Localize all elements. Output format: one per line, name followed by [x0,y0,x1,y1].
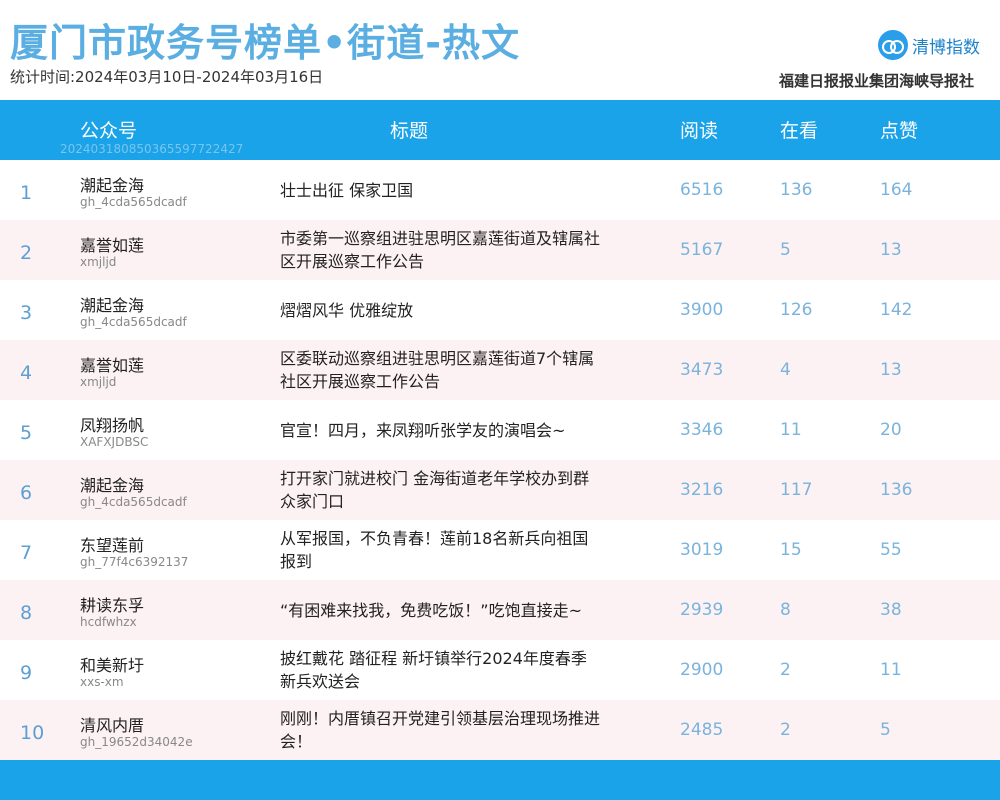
looking-count: 2 [780,660,791,680]
rank-number: 5 [20,422,33,444]
likes-count: 55 [880,540,902,560]
table-header: 公众号 标题 阅读 在看 点赞 20240318085036559772242​… [0,100,1000,160]
reads-count: 3019 [680,540,724,560]
likes-count: 164 [880,180,913,200]
table-row: 9 和美新圩 xxs-xm 披红戴花 踏征程 新圩镇举行2024年度春季新兵欢送… [0,640,1000,700]
infinity-logo-icon [878,30,908,60]
article-title[interactable]: 从军报国，不负青春！莲前18名新兵向祖国报到 [280,520,600,580]
footer-bar [0,760,1000,800]
article-title[interactable]: 熠熠风华 优雅绽放 [280,280,600,340]
header-looking: 在看 [780,120,819,142]
account-id: XAFXJDBSC [80,435,149,449]
table-row: 2 嘉誉如莲 xmjljd 市委第一巡察组进驻思明区嘉莲街道及辖属社区开展巡察工… [0,220,1000,280]
account-id: gh_4cda565dcadf [80,195,187,209]
article-title[interactable]: 市委第一巡察组进驻思明区嘉莲街道及辖属社区开展巡察工作公告 [280,220,600,280]
looking-count: 15 [780,540,802,560]
reads-count: 5167 [680,240,724,260]
header-title: 标题 [390,120,429,142]
likes-count: 38 [880,600,902,620]
looking-count: 8 [780,600,791,620]
rank-number: 10 [20,722,45,744]
account-name: 东望莲前 [80,536,145,555]
account-name: 潮起金海 [80,296,145,315]
account-id: xmjljd [80,255,117,269]
rank-number: 1 [20,182,33,204]
likes-count: 11 [880,660,902,680]
looking-count: 5 [780,240,791,260]
table-row: 5 凤翔扬帆 XAFXJDBSC 官宣！四月，来凤翔听张学友的演唱会~ 3346… [0,400,1000,460]
rank-number: 2 [20,242,33,264]
account-name: 凤翔扬帆 [80,416,145,435]
article-title[interactable]: 刚刚！内厝镇召开党建引领基层治理现场推进会！ [280,700,600,760]
reads-count: 3473 [680,360,724,380]
article-title[interactable]: 壮士出征 保家卫国 [280,160,600,220]
rank-number: 7 [20,542,33,564]
account-name: 嘉誉如莲 [80,356,145,375]
article-title[interactable]: 区委联动巡察组进驻思明区嘉莲街道7个辖属社区开展巡察工作公告 [280,340,600,400]
table-row: 6 潮起金海 gh_4cda565dcadf 打开家门就进校门 金海街道老年学校… [0,460,1000,520]
header-reads: 阅读 [680,120,719,142]
account-name: 潮起金海 [80,476,145,495]
page-title: 厦门市政务号榜单•街道-热文 [10,21,521,65]
looking-count: 126 [780,300,813,320]
likes-count: 13 [880,360,902,380]
likes-count: 136 [880,480,913,500]
publisher-name: 福建日报报业集团海峡导报社 [778,72,974,90]
header-likes: 点赞 [880,120,919,142]
rank-number: 4 [20,362,33,384]
account-id: gh_19652d34042e [80,735,193,749]
looking-count: 117 [780,480,813,500]
account-name: 清风内厝 [80,716,145,735]
reads-count: 3216 [680,480,724,500]
rank-number: 3 [20,302,33,324]
rank-number: 6 [20,482,33,504]
header-account: 公众号 [80,120,138,142]
looking-count: 11 [780,420,802,440]
article-title[interactable]: 打开家门就进校门 金海街道老年学校办到群众家门口 [280,460,600,520]
table-row: 7 东望莲前 gh_77f4c6392137 从军报国，不负青春！莲前18名新兵… [0,520,1000,580]
reads-count: 2485 [680,720,724,740]
brand-name: 清博指数 [912,37,980,58]
ranking-table: 1 潮起金海 gh_4cda565dcadf 壮士出征 保家卫国 6516 13… [0,160,1000,760]
statistics-period: 统计时间:2024年03月10日-2024年03月16日 [10,68,324,86]
brand-logo: 清博指数 [878,30,980,60]
account-name: 嘉誉如莲 [80,236,145,255]
table-row: 10 清风内厝 gh_19652d34042e 刚刚！内厝镇召开党建引领基层治理… [0,700,1000,760]
table-row: 8 耕读东孚 hcdfwhzx “有困难来找我，免费吃饭！”吃饱直接走~ 293… [0,580,1000,640]
table-row: 1 潮起金海 gh_4cda565dcadf 壮士出征 保家卫国 6516 13… [0,160,1000,220]
likes-count: 142 [880,300,913,320]
table-row: 3 潮起金海 gh_4cda565dcadf 熠熠风华 优雅绽放 3900 12… [0,280,1000,340]
reads-count: 3346 [680,420,724,440]
account-id: gh_77f4c6392137 [80,555,189,569]
account-name: 和美新圩 [80,656,145,675]
account-id: xxs-xm [80,675,124,689]
rank-number: 9 [20,662,33,684]
looking-count: 136 [780,180,813,200]
looking-count: 2 [780,720,791,740]
reads-count: 3900 [680,300,724,320]
rank-number: 8 [20,602,33,624]
account-id: xmjljd [80,375,117,389]
account-name: 潮起金海 [80,176,145,195]
likes-count: 13 [880,240,902,260]
reads-count: 2900 [680,660,724,680]
reads-count: 6516 [680,180,724,200]
likes-count: 20 [880,420,902,440]
table-row: 4 嘉誉如莲 xmjljd 区委联动巡察组进驻思明区嘉莲街道7个辖属社区开展巡察… [0,340,1000,400]
account-name: 耕读东孚 [80,596,145,615]
account-id: hcdfwhzx [80,615,137,629]
article-title[interactable]: 官宣！四月，来凤翔听张学友的演唱会~ [280,400,600,460]
looking-count: 4 [780,360,791,380]
watermark-id: 20240318085036559772242​7 [60,142,244,156]
article-title[interactable]: “有困难来找我，免费吃饭！”吃饱直接走~ [280,580,600,640]
account-id: gh_4cda565dcadf [80,495,187,509]
article-title[interactable]: 披红戴花 踏征程 新圩镇举行2024年度春季新兵欢送会 [280,640,600,700]
account-id: gh_4cda565dcadf [80,315,187,329]
reads-count: 2939 [680,600,724,620]
likes-count: 5 [880,720,891,740]
